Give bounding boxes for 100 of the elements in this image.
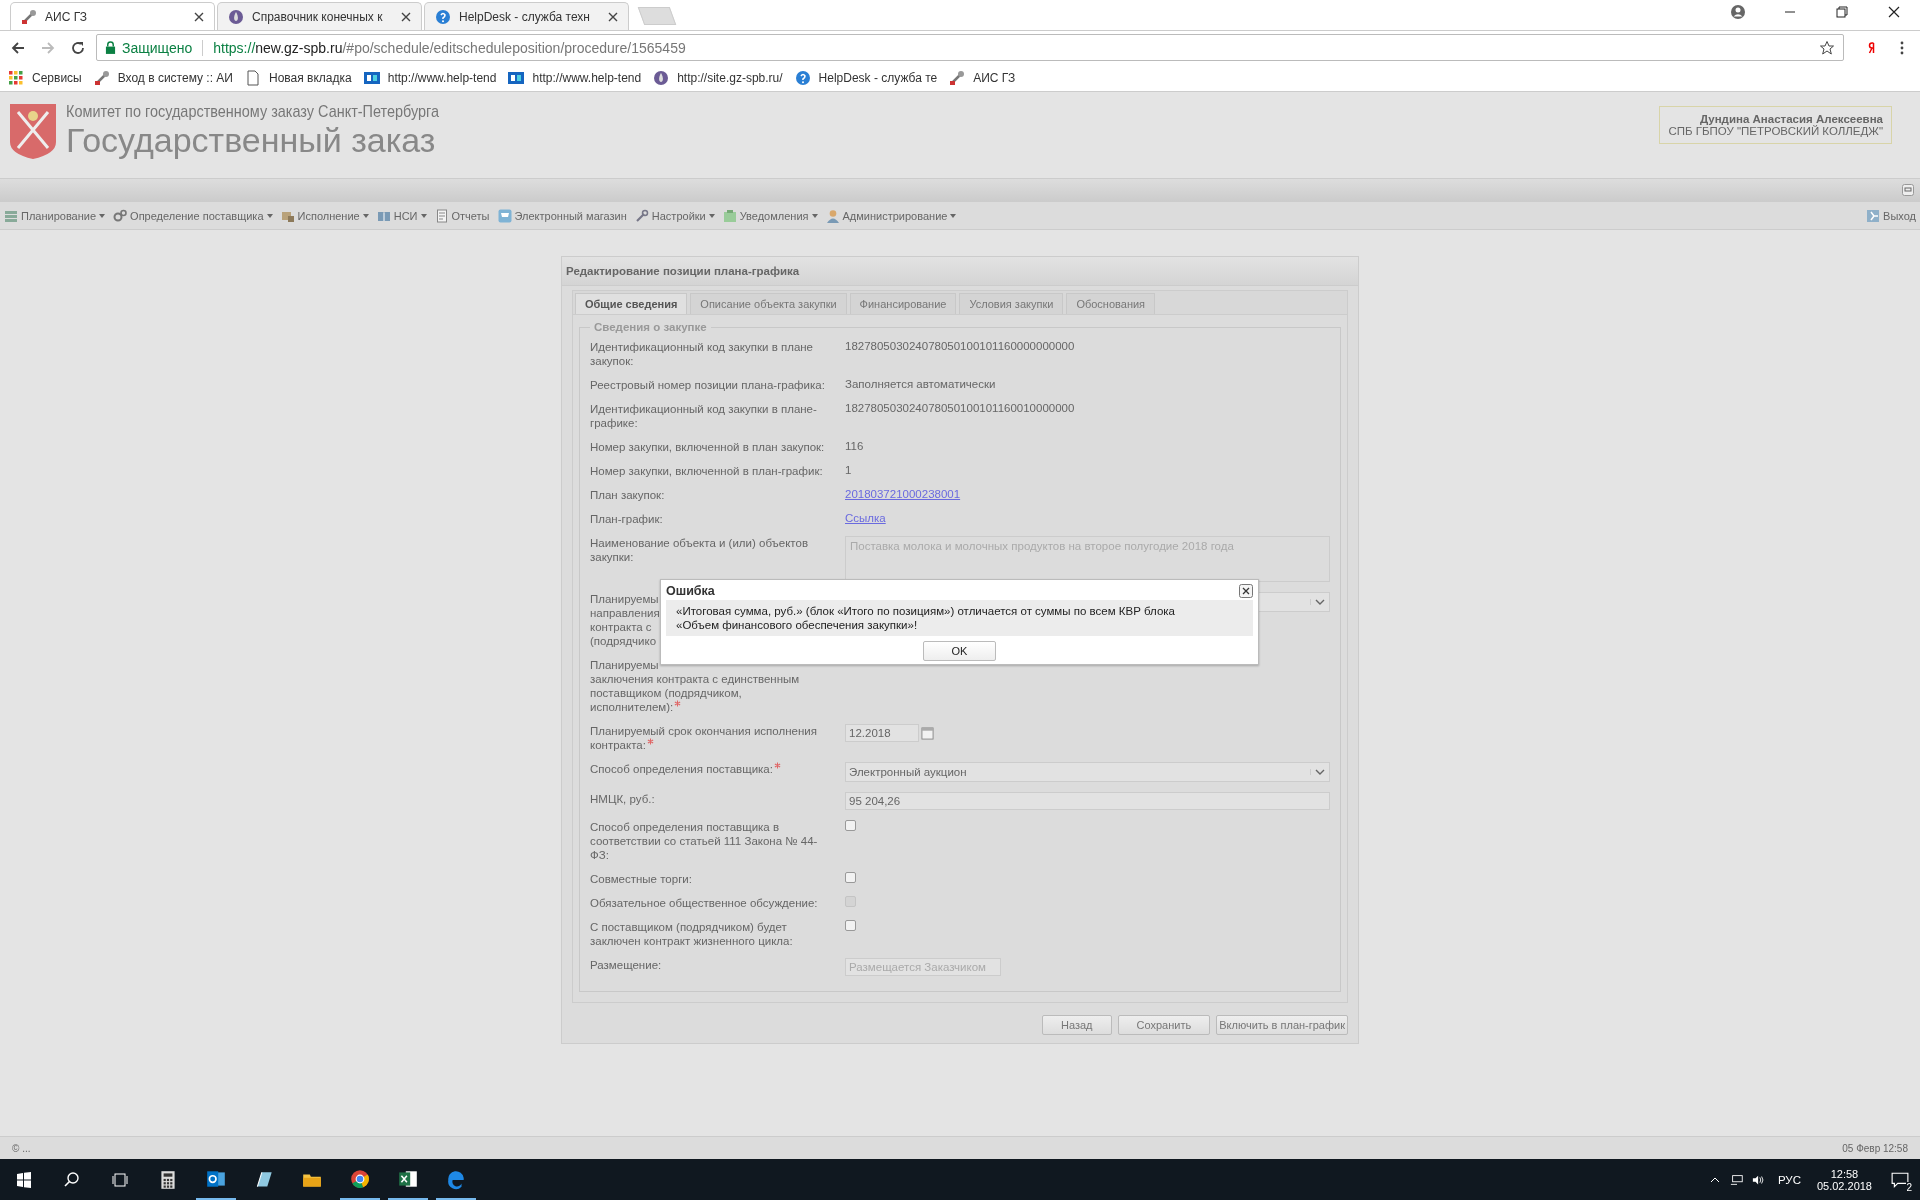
close-icon[interactable]	[401, 11, 411, 22]
tab-title: HelpDesk - служба техн	[459, 9, 591, 24]
tab[interactable]: Обоснования	[1066, 293, 1156, 314]
caret-icon	[811, 213, 818, 218]
field-label: Номер закупки, включенной в план закупок:	[590, 440, 825, 454]
field-label: Наименование объекта и (или) объектов закупки:	[590, 536, 808, 564]
checkbox[interactable]	[845, 872, 856, 883]
menu-item[interactable]: НСИ	[376, 208, 427, 223]
tab-title: АИС ГЗ	[45, 9, 89, 24]
bookmark[interactable]: HelpDesk - служба те	[794, 69, 938, 86]
tools-icon	[949, 69, 966, 86]
input-field: Размещается Заказчиком	[845, 958, 1001, 976]
notification-count: 2	[1906, 1182, 1912, 1193]
exit-link[interactable]: Выход	[1866, 208, 1916, 223]
tab-title: Справочник конечных к	[252, 9, 384, 24]
date-field[interactable]: 12.2018	[845, 724, 919, 742]
field-label: Размещение:	[590, 958, 662, 972]
caret-icon	[99, 213, 106, 218]
bookmark[interactable]: http://site.gz-spb.ru/	[653, 69, 783, 86]
field-label: Совместные торги:	[590, 872, 692, 886]
menu-item[interactable]: Администрирование	[825, 208, 957, 223]
tab[interactable]: Финансирование	[849, 293, 957, 314]
bookmark[interactable]: http://www.help-tend	[508, 69, 642, 86]
action-button[interactable]: Включить в план-график	[1216, 1015, 1348, 1035]
logo-icon	[508, 69, 525, 86]
browser-tab[interactable]: HelpDesk - служба техн	[424, 2, 629, 30]
field-label: Способ определения поставщика:	[590, 762, 781, 776]
panel-title: Редактирование позиции плана-графика	[562, 257, 1358, 286]
ok-button[interactable]: OK	[922, 641, 997, 661]
action-button[interactable]: Назад	[1042, 1015, 1112, 1035]
bookmark[interactable]: Вход в систему :: АИ	[93, 69, 233, 86]
menu-item[interactable]: Уведомления	[722, 208, 818, 223]
field-label: Обязательное общественное обсуждение:	[590, 896, 818, 910]
app-title: Государственный заказ	[66, 122, 437, 158]
fieldset-legend: Сведения о закупке	[590, 321, 711, 333]
bookmark[interactable]: АИС ГЗ	[949, 69, 1016, 86]
menu-item[interactable]: Планирование	[4, 208, 106, 223]
field-label: Планируемый срок окончания исполнения контракта:	[590, 724, 817, 752]
organization-name: Комитет по государственному заказу Санкт-Петербурга	[66, 102, 440, 122]
collapse-icon[interactable]	[1902, 184, 1914, 196]
notification-icon	[1891, 1170, 1909, 1189]
menu-item[interactable]: Отчеты	[434, 208, 490, 223]
document-icon	[434, 208, 449, 223]
list-icon	[4, 208, 18, 223]
field-label: Идентификационный код закупки в плане- графике:	[590, 402, 817, 430]
field-value: 182780503024078050100101160010000000	[845, 402, 1075, 414]
caret-icon	[362, 213, 369, 218]
language-indicator[interactable]: РУС	[1777, 1173, 1801, 1186]
clock[interactable]: 12:58 05.02.2018	[1816, 1167, 1872, 1192]
close-icon[interactable]	[608, 11, 618, 22]
caret-icon	[266, 213, 273, 218]
link[interactable]: Ссылка	[845, 512, 886, 524]
browser-tab[interactable]: Справочник конечных к	[217, 2, 422, 30]
field-label: Идентификационный код закупки в плане закупок:	[590, 340, 814, 368]
apps-icon	[8, 69, 24, 86]
select-field[interactable]: Электронный аукцион	[845, 762, 1330, 782]
checkbox[interactable]	[845, 820, 856, 831]
speaker-icon[interactable]	[1751, 1173, 1766, 1186]
help-icon	[794, 69, 811, 86]
field-value: 182780503024078050100101160000000000	[845, 340, 1075, 352]
close-icon[interactable]	[194, 11, 204, 22]
field-label: Номер закупки, включенной в план-график:	[590, 464, 823, 478]
notification-button[interactable]: 2	[1880, 1159, 1920, 1200]
url-text: https://new.gz-spb.ru/#po/schedule/editscheduleposition/procedure/1565459	[213, 39, 686, 56]
tab[interactable]: Условия закупки	[959, 293, 1064, 314]
dialog-title: Ошибка	[666, 584, 715, 598]
bookmark[interactable]: http://www.help-tend	[363, 69, 497, 86]
wrench-icon	[634, 208, 649, 223]
gears-icon	[113, 208, 128, 223]
field-label: Способ определения поставщика в соответствии со статьей 111 Закона № 44- ФЗ:	[590, 820, 818, 862]
star-icon[interactable]	[1819, 39, 1835, 56]
action-button[interactable]: Сохранить	[1117, 1015, 1211, 1035]
help-icon	[435, 8, 451, 25]
lock-icon	[105, 41, 116, 54]
tools-icon	[93, 69, 110, 86]
address-bar[interactable]: Защищено https://new.gz-spb.ru/#po/schedule/editscheduleposition/procedure/1565459	[96, 34, 1844, 61]
tools-icon	[21, 8, 37, 25]
exit-icon	[1866, 208, 1881, 223]
menu-item[interactable]: Настройки	[634, 208, 715, 223]
field-value: Заполняется автоматически	[845, 378, 996, 390]
menu-item[interactable]: Определение поставщика	[113, 208, 273, 223]
user-icon	[825, 208, 840, 223]
menu-item[interactable]: Исполнение	[280, 208, 369, 223]
checkbox[interactable]	[845, 920, 856, 931]
field-label: С поставщиком (подрядчиком) будет заключен контракт жизненного цикла:	[590, 920, 793, 948]
restore-icon[interactable]	[1834, 3, 1850, 20]
network-icon[interactable]	[1729, 1173, 1744, 1186]
account-icon[interactable]	[1730, 3, 1746, 20]
bookmark[interactable]: Сервисы	[8, 69, 82, 86]
cart-icon	[497, 208, 512, 223]
menu-item[interactable]: Электронный магазин	[497, 208, 627, 223]
browser-tab[interactable]: АИС ГЗ	[10, 2, 215, 30]
tab[interactable]: Описание объекта закупки	[690, 293, 847, 314]
emblem-icon	[8, 102, 58, 160]
input-field[interactable]: 95 204,26	[845, 792, 1330, 810]
close-icon[interactable]	[1239, 584, 1253, 598]
page-icon	[245, 69, 261, 86]
link[interactable]: 201803721000238001	[845, 488, 961, 500]
bookmark[interactable]: Новая вкладка	[245, 69, 352, 86]
tab[interactable]: Общие сведения	[575, 293, 688, 314]
